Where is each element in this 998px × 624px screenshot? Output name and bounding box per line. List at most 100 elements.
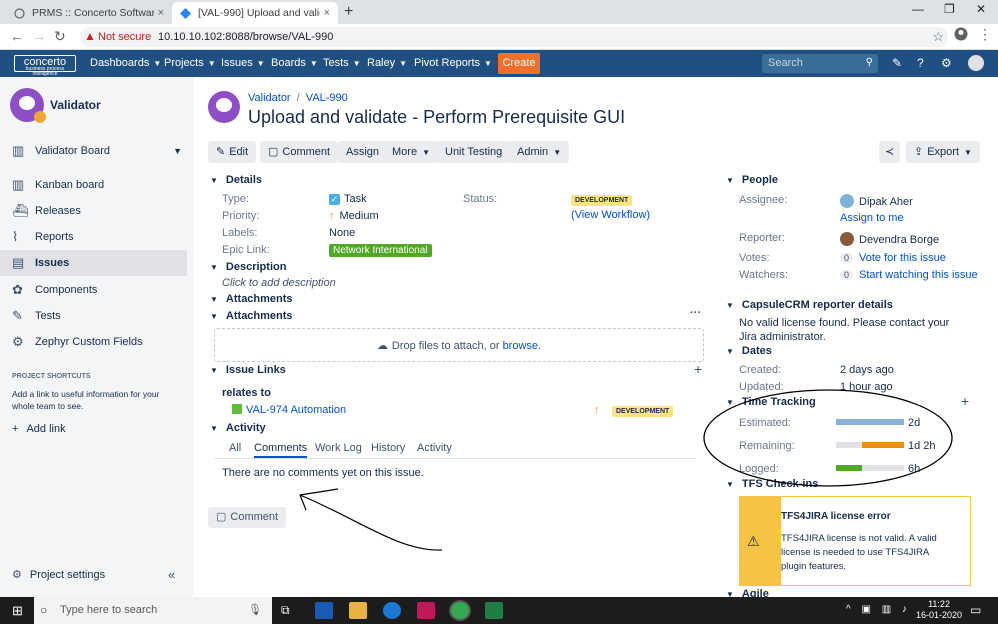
view-workflow-link[interactable]: (View Workflow): [571, 209, 650, 221]
details-heading[interactable]: ▼ Details: [210, 174, 262, 186]
add-link-plus-icon[interactable]: +: [694, 361, 702, 377]
taskbar-search[interactable]: ○ Type here to search 🎙: [34, 597, 272, 624]
add-link-button[interactable]: + Add link: [12, 423, 66, 435]
share-button[interactable]: ≺: [879, 141, 901, 163]
sidebar-item-releases[interactable]: ⛴ Releases: [0, 198, 194, 224]
more-button[interactable]: More ▼: [384, 141, 438, 163]
user-avatar[interactable]: [968, 55, 984, 71]
notifications-icon[interactable]: ▭: [970, 603, 981, 617]
task-view-icon[interactable]: ⧉: [281, 603, 290, 618]
menu-tests[interactable]: Tests ▼: [323, 57, 361, 69]
description-placeholder[interactable]: Click to add description: [222, 277, 336, 289]
menu-projects[interactable]: Projects ▼: [164, 57, 216, 69]
edge-icon[interactable]: [383, 602, 401, 619]
new-tab-button[interactable]: +: [344, 3, 353, 21]
sidebar-item-reports[interactable]: ⌇ Reports: [0, 224, 194, 250]
chevron-down-icon[interactable]: ▼: [173, 138, 182, 164]
word-app-icon[interactable]: [315, 602, 333, 619]
taskbar-clock[interactable]: 11:22 16-01-2020: [916, 599, 962, 621]
windows-start-icon[interactable]: ⊞: [12, 603, 23, 619]
sidebar-item-kanban[interactable]: ▥ Kanban board: [0, 172, 194, 198]
breadcrumb-project[interactable]: Validator: [248, 92, 291, 104]
menu-raley[interactable]: Raley ▼: [367, 57, 407, 69]
reload-icon[interactable]: ↻: [54, 28, 66, 45]
breadcrumb-issue-key[interactable]: VAL-990: [306, 92, 348, 104]
bookmark-star-icon[interactable]: ☆: [932, 29, 944, 45]
menu-boards[interactable]: Boards ▼: [271, 57, 318, 69]
attachments-heading[interactable]: ▼ Attachments: [210, 293, 293, 305]
add-comment-button[interactable]: ▢ Comment: [208, 507, 287, 528]
url-field[interactable]: ▲ Not secure 10.10.10.102:8088/browse/VA…: [80, 27, 948, 47]
url-text[interactable]: 10.10.10.102:8088/browse/VAL-990: [158, 31, 333, 43]
watch-link[interactable]: Start watching this issue: [859, 269, 978, 281]
feedback-icon[interactable]: ✎: [892, 56, 902, 70]
reporter-value[interactable]: Devendra Borge: [840, 232, 939, 246]
excel-icon[interactable]: [485, 602, 503, 619]
sidebar-item-issues[interactable]: ▤ Issues: [0, 250, 187, 276]
close-tab-icon[interactable]: ×: [158, 7, 164, 19]
issue-links-heading[interactable]: ▼ Issue Links: [210, 364, 286, 376]
menu-pivot-reports[interactable]: Pivot Reports ▼: [414, 57, 492, 69]
tab-all[interactable]: All: [229, 442, 241, 454]
browser-tab-val990[interactable]: [VAL-990] Upload and validate - ×: [172, 2, 338, 24]
tab-comments[interactable]: Comments: [254, 442, 308, 458]
maximize-button[interactable]: ❐: [944, 2, 955, 16]
browse-link[interactable]: browse.: [503, 340, 542, 352]
unit-testing-button[interactable]: Unit Testing: [437, 141, 511, 163]
more-options-icon[interactable]: ···: [690, 307, 701, 319]
menu-issues[interactable]: Issues ▼: [221, 57, 265, 69]
menu-dashboards[interactable]: Dashboards ▼: [90, 57, 161, 69]
profile-icon[interactable]: [954, 27, 968, 44]
labels-value[interactable]: None: [329, 227, 355, 239]
activity-heading[interactable]: ▼ Activity: [210, 422, 266, 434]
microphone-icon[interactable]: 🎙: [248, 597, 262, 624]
comment-button[interactable]: ▢ Comment: [260, 141, 339, 163]
project-settings-link[interactable]: ⚙ Project settings: [12, 568, 105, 581]
capsule-heading[interactable]: ▼ CapsuleCRM reporter details: [726, 299, 893, 311]
settings-gear-icon[interactable]: ⚙: [941, 56, 952, 70]
forward-icon[interactable]: →: [32, 28, 46, 44]
project-name[interactable]: Validator: [50, 98, 101, 112]
linked-issue[interactable]: VAL-974 Automation: [232, 404, 346, 416]
edit-button[interactable]: ✎ Edit: [208, 141, 257, 163]
sidebar-item-validator-board[interactable]: ▥ Validator Board ▼: [0, 138, 194, 164]
minimize-button[interactable]: —: [912, 2, 924, 16]
help-icon[interactable]: ?: [917, 56, 924, 70]
people-heading[interactable]: ▼ People: [726, 174, 778, 186]
assign-button[interactable]: Assign: [338, 141, 388, 163]
assignee-value[interactable]: Dipak Aher: [840, 194, 913, 208]
dates-heading[interactable]: ▼ Dates: [726, 345, 772, 357]
search-input[interactable]: Search ⚲: [762, 54, 878, 73]
description-heading[interactable]: ▼ Description: [210, 261, 286, 273]
sidebar-item-zephyr[interactable]: ⚙ Zephyr Custom Fields: [0, 329, 194, 355]
close-window-button[interactable]: ✕: [976, 2, 986, 16]
chrome-icon[interactable]: [451, 602, 469, 619]
security-label[interactable]: Not secure: [98, 31, 151, 43]
attachment-dropzone[interactable]: ☁ Drop files to attach, or browse.: [214, 328, 704, 362]
file-explorer-icon[interactable]: [349, 602, 367, 619]
create-button[interactable]: Create: [498, 53, 540, 74]
issue-title[interactable]: Upload and validate - Perform Prerequisi…: [248, 107, 625, 128]
app-icon[interactable]: [417, 602, 435, 619]
sidebar-item-components[interactable]: ✿ Components: [0, 277, 194, 303]
system-tray-icons[interactable]: ^ ▣ ▥ ♪: [846, 604, 911, 615]
collapse-sidebar-icon[interactable]: «: [168, 567, 175, 582]
vote-link[interactable]: Vote for this issue: [859, 252, 946, 264]
tfs-heading[interactable]: ▼ TFS Check-ins: [726, 478, 818, 490]
concerto-logo[interactable]: concerto business process intelligence: [14, 55, 76, 77]
time-tracking-heading[interactable]: ▼ Time Tracking: [726, 396, 816, 408]
add-time-plus-icon[interactable]: +: [961, 393, 969, 409]
project-avatar[interactable]: [10, 88, 46, 123]
attachments-heading-2[interactable]: ▼ Attachments: [210, 310, 293, 322]
close-tab-icon[interactable]: ×: [324, 7, 330, 19]
admin-button[interactable]: Admin ▼: [509, 141, 570, 163]
project-avatar[interactable]: [208, 91, 240, 123]
assign-to-me-link[interactable]: Assign to me: [840, 212, 904, 224]
linked-issue-summary[interactable]: Automation: [290, 404, 346, 416]
back-icon[interactable]: ←: [10, 28, 24, 44]
sidebar-item-tests[interactable]: ✎ Tests: [0, 303, 194, 329]
export-button[interactable]: ⇪ Export ▼: [906, 141, 980, 163]
tab-work-log[interactable]: Work Log: [315, 442, 362, 454]
tab-history[interactable]: History: [371, 442, 405, 454]
tab-activity[interactable]: Activity: [417, 442, 452, 454]
